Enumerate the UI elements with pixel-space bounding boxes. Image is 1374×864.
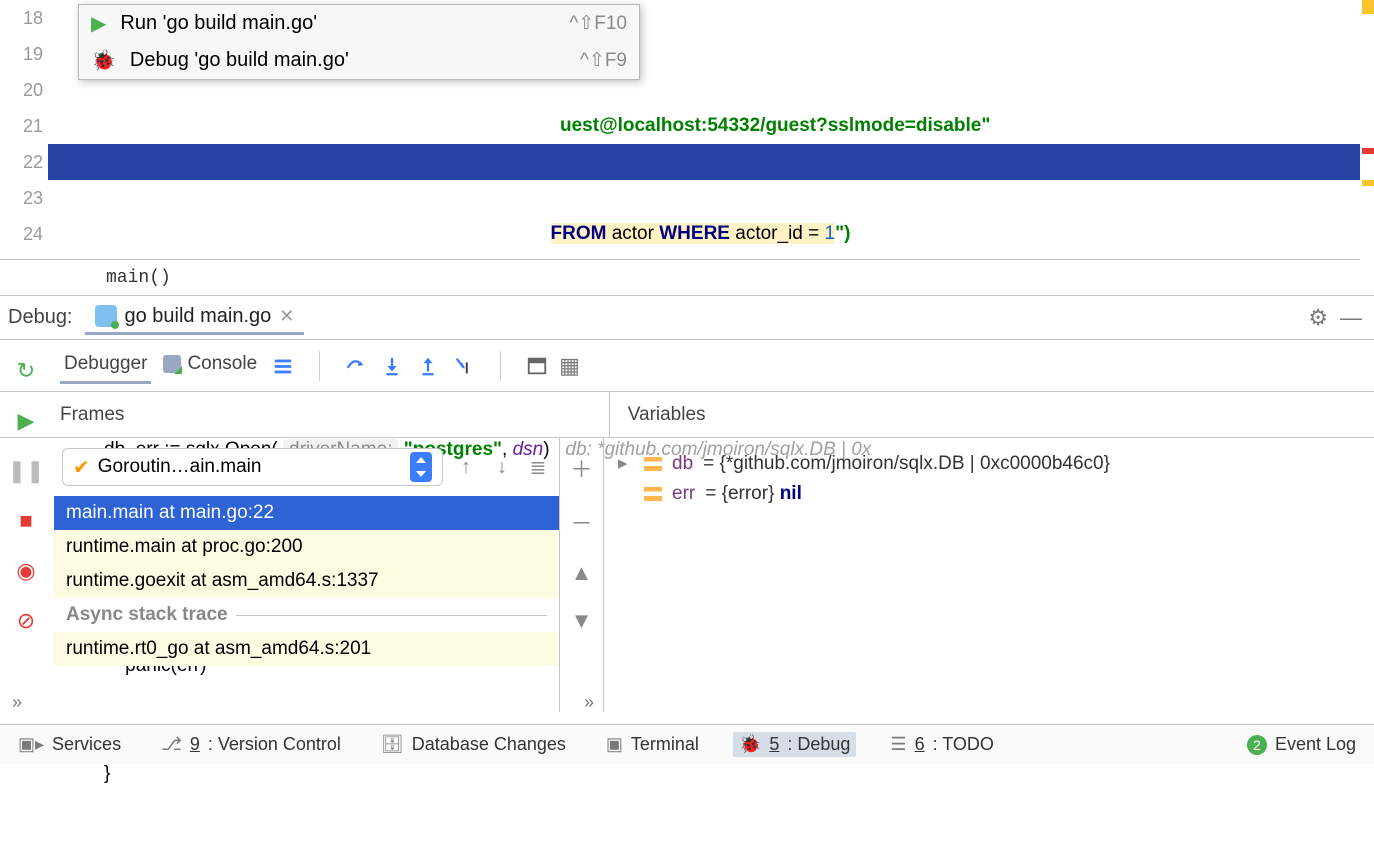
- sb-label: : Debug: [787, 734, 850, 755]
- execution-line-highlight: [48, 144, 1362, 180]
- error-stripe[interactable]: [1360, 0, 1374, 260]
- frame-item[interactable]: runtime.goexit at asm_amd64.s:1337: [54, 564, 559, 598]
- branch-icon: ⎇: [161, 734, 182, 755]
- todo-icon: ☰: [890, 734, 906, 755]
- sb-label: Event Log: [1275, 734, 1356, 755]
- terminal-icon: ▣: [606, 734, 623, 755]
- bug-icon: 🐞: [91, 48, 116, 73]
- add-watch-icon[interactable]: ＋: [570, 452, 592, 484]
- frames-panel: ✔ Goroutin…ain.main ↑ ↓ ≣ main.main at m…: [0, 438, 560, 712]
- variable-value: = {error} nil: [705, 483, 802, 505]
- breakpoint-marker[interactable]: [1362, 148, 1374, 154]
- sb-label: : TODO: [933, 734, 994, 755]
- menu-item-debug[interactable]: 🐞 Debug 'go build main.go' ^⇧F9: [79, 42, 639, 79]
- rerun-icon[interactable]: ↻: [13, 358, 39, 384]
- menu-shortcut: ^⇧F10: [569, 12, 627, 35]
- remove-watch-icon[interactable]: －: [570, 506, 592, 538]
- variable-value: = {*github.com/jmoiron/sqlx.DB | 0xc0000…: [703, 453, 1110, 475]
- sql-keyword: FROM: [551, 223, 607, 244]
- frames-toolbar: ✔ Goroutin…ain.main ↑ ↓ ≣: [54, 438, 559, 496]
- tool-window-services[interactable]: ▣▸ Services: [12, 732, 127, 757]
- variable-name: err: [672, 483, 695, 505]
- code-string: uest@localhost:54332/guest?sslmode=disab…: [560, 115, 990, 136]
- menu-label: Debug 'go build main.go': [130, 49, 566, 72]
- run-context-menu: ▶ Run 'go build main.go' ^⇧F10 🐞 Debug '…: [78, 4, 640, 80]
- sb-label: Database Changes: [412, 734, 566, 755]
- line-number: 18: [0, 0, 43, 36]
- async-text: Async stack trace: [66, 604, 228, 626]
- sql-keyword: WHERE: [659, 223, 730, 244]
- sb-mnemonic: 6: [915, 734, 925, 755]
- variable-name: db: [672, 453, 693, 475]
- tool-window-terminal[interactable]: ▣ Terminal: [600, 732, 705, 757]
- more-icon[interactable]: »: [12, 692, 22, 713]
- tool-window-database-changes[interactable]: 🗄 Database Changes: [375, 732, 572, 757]
- variable-icon: [644, 487, 662, 501]
- variable-row[interactable]: err = {error} nil: [618, 479, 1360, 509]
- console-icon: [163, 355, 181, 373]
- warning-marker[interactable]: [1362, 0, 1374, 14]
- filter-frames-icon[interactable]: ≣: [525, 454, 551, 480]
- event-log[interactable]: 2 Event Log: [1241, 732, 1362, 757]
- tool-window-vcs[interactable]: ⎇ 9 : Version Control: [155, 732, 347, 757]
- line-number-gutter: 18 19 20 21 22 23 24: [0, 0, 48, 259]
- frame-item[interactable]: runtime.main at proc.go:200: [54, 530, 559, 564]
- warning-marker[interactable]: [1362, 180, 1374, 186]
- expand-icon[interactable]: ▸: [618, 452, 634, 475]
- frame-item[interactable]: runtime.rt0_go at asm_amd64.s:201: [54, 632, 559, 666]
- sb-mnemonic: 9: [190, 734, 200, 755]
- event-count-badge: 2: [1247, 735, 1267, 755]
- go-file-icon: [95, 305, 117, 327]
- code-number: 1: [825, 223, 836, 244]
- database-icon: 🗄: [381, 734, 404, 755]
- code-string: "): [835, 223, 850, 244]
- menu-shortcut: ^⇧F9: [580, 49, 627, 72]
- previous-frame-icon[interactable]: ↑: [453, 454, 479, 480]
- resume-icon[interactable]: ▶: [13, 408, 39, 434]
- check-icon: ✔: [73, 455, 90, 480]
- menu-item-run[interactable]: ▶ Run 'go build main.go' ^⇧F10: [79, 5, 639, 42]
- code-text: }: [104, 763, 110, 784]
- play-icon: ▶: [91, 11, 106, 36]
- sb-label: : Version Control: [208, 734, 341, 755]
- frame-list: main.main at main.go:22 runtime.main at …: [54, 496, 559, 666]
- variables-panel: ▸ db = {*github.com/jmoiron/sqlx.DB | 0x…: [604, 438, 1374, 712]
- sb-mnemonic: 5: [769, 734, 779, 755]
- line-number: 19: [0, 36, 43, 72]
- code-text: actor_id =: [730, 223, 825, 244]
- goroutine-label: Goroutin…ain.main: [98, 456, 262, 478]
- bug-icon: 🐞: [739, 734, 761, 755]
- line-number: 20: [0, 72, 43, 108]
- async-stack-label: Async stack trace: [54, 598, 559, 632]
- line-number: 23: [0, 180, 43, 216]
- code-text: actor: [606, 223, 659, 244]
- stepper-icon[interactable]: [410, 452, 432, 482]
- frame-item[interactable]: main.main at main.go:22: [54, 496, 559, 530]
- services-icon: ▣▸: [18, 734, 44, 755]
- line-number: 21: [0, 108, 43, 144]
- variables-toolbar: ＋ － ▲ ▼: [560, 438, 604, 712]
- move-down-icon[interactable]: ▼: [571, 608, 593, 634]
- line-number: 22: [0, 144, 43, 180]
- tool-window-debug[interactable]: 🐞 5 : Debug: [733, 732, 856, 757]
- move-up-icon[interactable]: ▲: [571, 560, 593, 586]
- debug-body: ✔ Goroutin…ain.main ↑ ↓ ≣ main.main at m…: [0, 438, 1374, 712]
- variable-icon: [644, 457, 662, 471]
- sb-label: Services: [52, 734, 121, 755]
- line-number: 24: [0, 216, 43, 252]
- editor-area: 18 19 20 21 22 23 24 xxxxxxxxxxxxxxxxxxx…: [0, 0, 1374, 260]
- menu-label: Run 'go build main.go': [120, 12, 555, 35]
- variable-row[interactable]: ▸ db = {*github.com/jmoiron/sqlx.DB | 0x…: [618, 448, 1360, 479]
- next-frame-icon[interactable]: ↓: [489, 454, 515, 480]
- tool-window-todo[interactable]: ☰ 6 : TODO: [884, 732, 1000, 757]
- goroutine-selector[interactable]: ✔ Goroutin…ain.main: [62, 448, 443, 486]
- more-icon[interactable]: »: [584, 692, 594, 713]
- sb-label: Terminal: [631, 734, 699, 755]
- status-bar: ▣▸ Services ⎇ 9 : Version Control 🗄 Database…: [0, 724, 1374, 764]
